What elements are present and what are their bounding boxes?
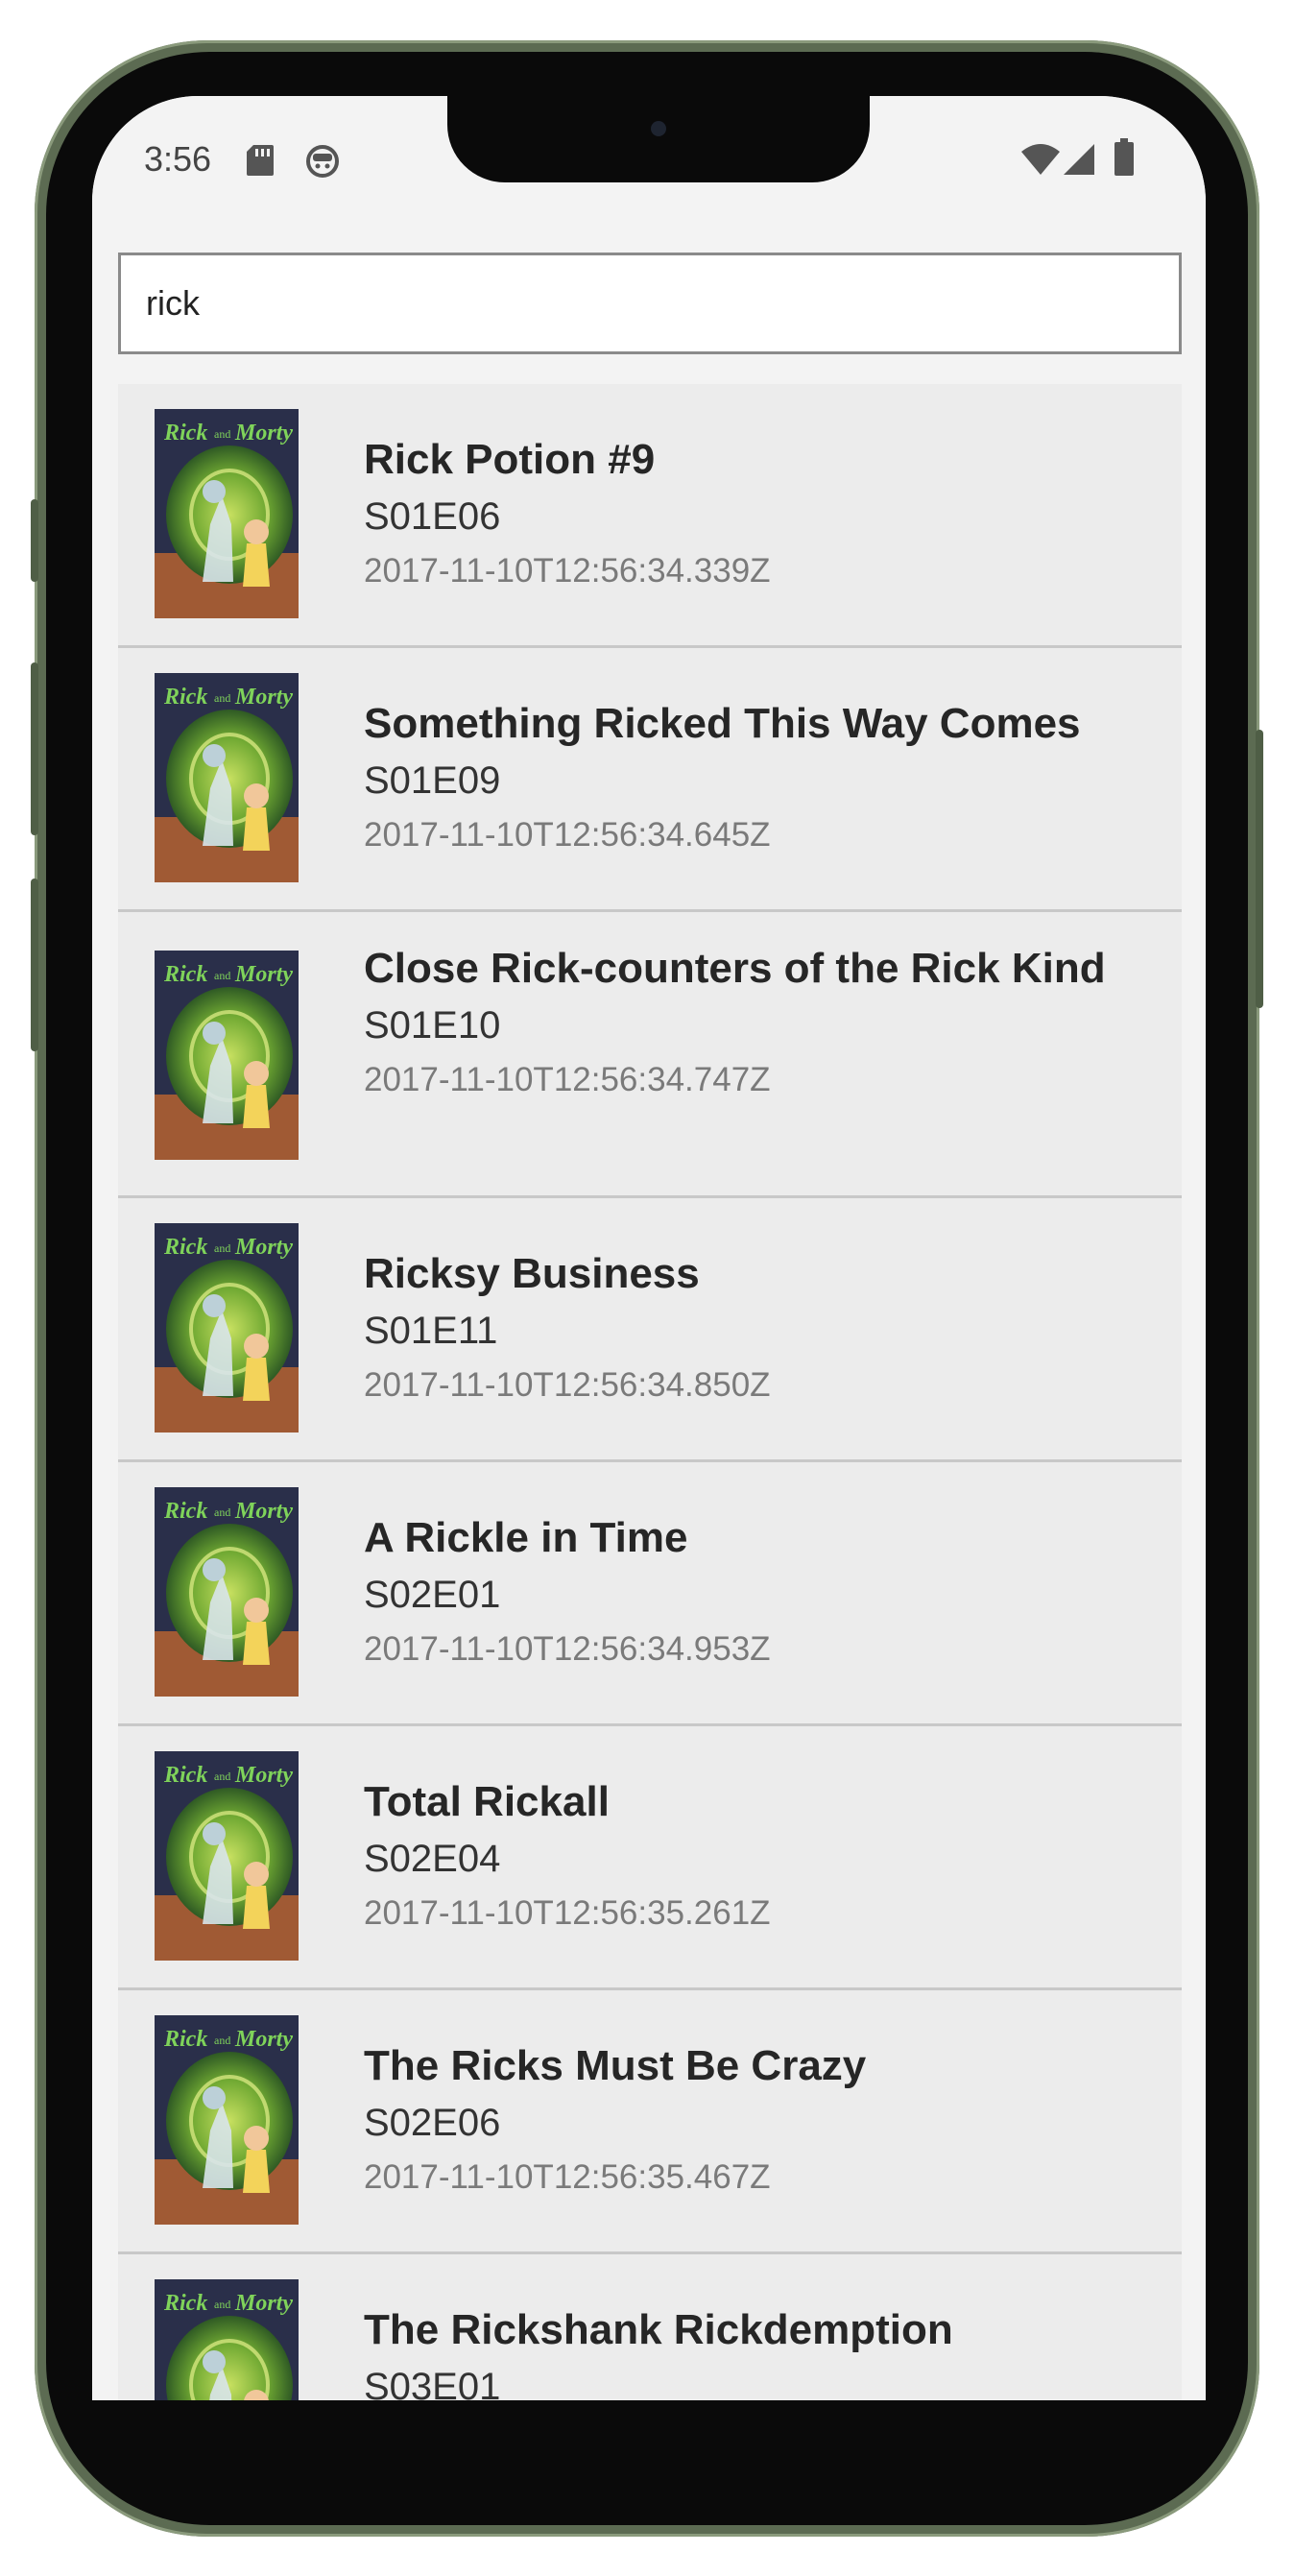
svg-text:and: and [214, 427, 230, 441]
episode-thumbnail: Rick and Morty [155, 1223, 299, 1432]
svg-text:Morty: Morty [234, 2027, 293, 2052]
episode-text: Rick Potion #9 S01E06 2017-11-10T12:56:34.… [364, 432, 1162, 597]
sd-card-icon [246, 144, 275, 181]
volume-up-button [31, 662, 38, 835]
svg-text:Rick: Rick [163, 1235, 207, 1260]
rick-and-morty-poster-icon: Rick and Morty [155, 409, 299, 618]
episode-list-item[interactable]: Rick and Morty Ricksy Business S01E11 2017-11… [118, 1198, 1182, 1462]
episode-list-item[interactable]: Rick and Morty A Rickle in Time S02E01 2017-1… [118, 1462, 1182, 1726]
episode-thumbnail: Rick and Morty [155, 2279, 299, 2400]
svg-text:Morty: Morty [234, 1499, 293, 1524]
episode-thumbnail: Rick and Morty [155, 1751, 299, 1961]
svg-text:Morty: Morty [234, 1763, 293, 1788]
camera-notch [447, 96, 870, 182]
wifi-icon [1019, 142, 1062, 181]
svg-text:Morty: Morty [234, 962, 293, 987]
episode-title: Total Rickall [364, 1778, 610, 1825]
episode-title: Close Rick-counters of the Rick Kind [364, 945, 1106, 992]
search-box[interactable] [118, 253, 1182, 354]
svg-text:and: and [214, 1505, 230, 1519]
rick-and-morty-poster-icon: Rick and Morty [155, 2279, 299, 2400]
episode-text: Total Rickall S02E04 2017-11-10T12:56:35.2… [364, 1774, 1162, 1939]
episode-text: The Ricks Must Be Crazy S02E06 2017-11-10T… [364, 2038, 1162, 2203]
episode-list[interactable]: Rick and Morty Rick Potion #9 S01E06 2017-11-… [118, 384, 1182, 2400]
svg-text:Morty: Morty [234, 1235, 293, 1260]
episode-date: 2017-11-10T12:56:35.261Z [364, 1894, 771, 1932]
svg-text:and: and [214, 969, 230, 982]
power-button [1256, 730, 1263, 1008]
episode-code: S02E04 [364, 1838, 501, 1880]
front-camera [651, 121, 666, 136]
rick-and-morty-poster-icon: Rick and Morty [155, 673, 299, 882]
episode-text: Ricksy Business S01E11 2017-11-10T12:56:34… [364, 1246, 1162, 1411]
episode-list-item[interactable]: Rick and Morty The Ricks Must Be Crazy S02E0… [118, 1990, 1182, 2254]
episode-code: S01E11 [364, 1310, 498, 1352]
rick-and-morty-poster-icon: Rick and Morty [155, 1751, 299, 1961]
episode-code: S03E01 [364, 2366, 501, 2400]
episode-list-item[interactable]: Rick and Morty Close Rick-counters of the R… [118, 912, 1182, 1198]
status-time: 3:56 [144, 139, 212, 179]
episode-text: Something Ricked This Way Comes S01E09 201… [364, 696, 1162, 861]
svg-text:Rick: Rick [163, 2027, 207, 2052]
cell-signal-icon [1062, 142, 1096, 181]
rick-and-morty-poster-icon: Rick and Morty [155, 2015, 299, 2225]
episode-thumbnail: Rick and Morty [155, 2015, 299, 2225]
episode-date: 2017-11-10T12:56:34.747Z [364, 1061, 771, 1098]
episode-title: Rick Potion #9 [364, 436, 656, 483]
episode-thumbnail: Rick and Morty [155, 1487, 299, 1697]
svg-text:and: and [214, 1241, 230, 1255]
svg-text:and: and [214, 2298, 230, 2311]
episode-title: The Rickshank Rickdemption [364, 2306, 953, 2353]
episode-list-item[interactable]: Rick and Morty Something Ricked This Way Co… [118, 648, 1182, 912]
episode-date: 2017-11-10T12:56:34.339Z [364, 552, 771, 590]
rick-and-morty-poster-icon: Rick and Morty [155, 951, 299, 1160]
svg-text:Morty: Morty [234, 685, 293, 710]
episode-code: S01E06 [364, 495, 501, 538]
episode-code: S01E10 [364, 1004, 501, 1047]
svg-text:and: and [214, 1769, 230, 1783]
app-notification-icon [305, 144, 340, 183]
status-bar: 3:56 [92, 96, 1206, 221]
episode-date: 2017-11-10T12:56:34.953Z [364, 1630, 771, 1668]
svg-text:Rick: Rick [163, 1499, 207, 1524]
episode-code: S02E01 [364, 1574, 501, 1616]
episode-list-item[interactable]: Rick and Morty Rick Potion #9 S01E06 2017-11-… [118, 384, 1182, 648]
svg-text:Morty: Morty [234, 421, 293, 445]
episode-thumbnail: Rick and Morty [155, 673, 299, 882]
svg-text:Rick: Rick [163, 2291, 207, 2316]
episode-text: Close Rick-counters of the Rick Kind S01E… [364, 941, 1162, 1106]
svg-text:Rick: Rick [163, 1763, 207, 1788]
episode-thumbnail: Rick and Morty [155, 951, 299, 1160]
episode-list-item[interactable]: Rick and Morty The Rickshank Rickdemption S0… [118, 2254, 1182, 2400]
episode-date: 2017-11-10T12:56:34.645Z [364, 816, 771, 854]
search-input[interactable] [121, 255, 1179, 351]
svg-text:Morty: Morty [234, 2291, 293, 2316]
svg-text:and: and [214, 691, 230, 705]
silent-switch [31, 499, 38, 582]
episode-title: Something Ricked This Way Comes [364, 700, 1081, 747]
svg-text:Rick: Rick [163, 685, 207, 710]
episode-date: 2017-11-10T12:56:35.467Z [364, 2158, 771, 2196]
svg-text:Rick: Rick [163, 421, 207, 445]
episode-list-item[interactable]: Rick and Morty Total Rickall S02E04 2017-11-1… [118, 1726, 1182, 1990]
episode-title: A Rickle in Time [364, 1514, 688, 1561]
episode-code: S02E06 [364, 2102, 501, 2144]
svg-text:Rick: Rick [163, 962, 207, 987]
battery-icon [1114, 138, 1135, 181]
episode-text: A Rickle in Time S02E01 2017-11-10T12:56:3… [364, 1510, 1162, 1675]
episode-code: S01E09 [364, 759, 501, 802]
rick-and-morty-poster-icon: Rick and Morty [155, 1487, 299, 1697]
episode-date: 2017-11-10T12:56:34.850Z [364, 1366, 771, 1404]
episode-thumbnail: Rick and Morty [155, 409, 299, 618]
app-screen: 3:56 rick Rick and Morty Rick Potion #9 … [92, 96, 1206, 2400]
volume-down-button [31, 879, 38, 1051]
episode-title: Ricksy Business [364, 1250, 700, 1297]
episode-title: The Ricks Must Be Crazy [364, 2042, 867, 2089]
rick-and-morty-poster-icon: Rick and Morty [155, 1223, 299, 1432]
svg-text:and: and [214, 2034, 230, 2047]
episode-text: The Rickshank Rickdemption S03E01 [364, 2302, 1162, 2400]
